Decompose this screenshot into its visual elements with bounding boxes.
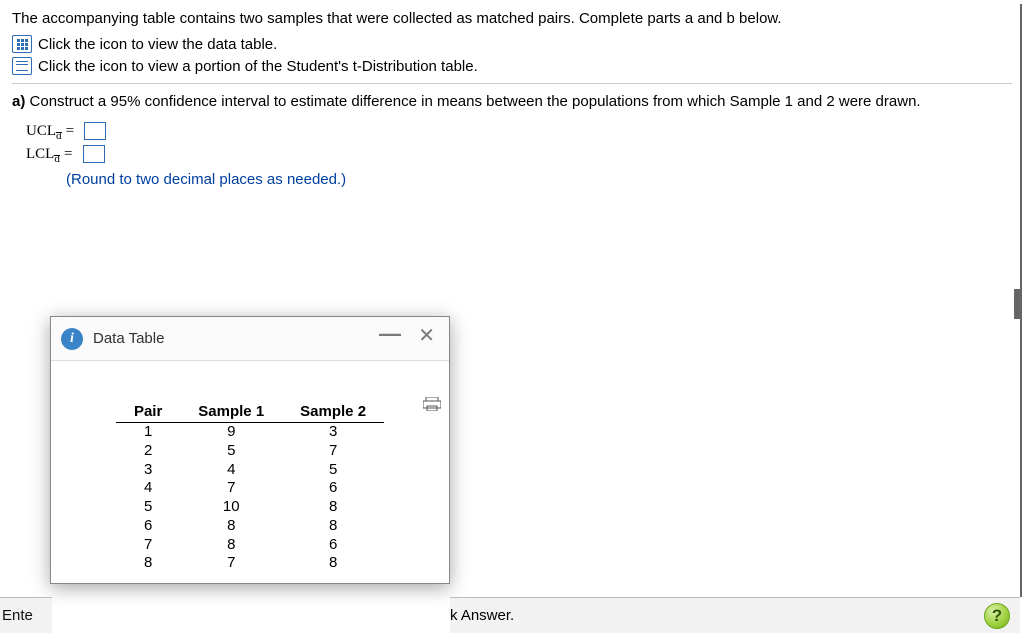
table-row: 878: [116, 554, 384, 573]
rounding-note: (Round to two decimal places as needed.): [66, 171, 1012, 188]
scrollbar-thumb[interactable]: [1014, 289, 1020, 319]
data-table-modal: i Data Table — ✕ Pair Sample 1 Sample 2 …: [50, 316, 450, 584]
table-row: 476: [116, 479, 384, 498]
table-row: 345: [116, 461, 384, 480]
bottom-bar-right: k Answer. ?: [450, 597, 1020, 633]
table-row: 257: [116, 442, 384, 461]
view-data-table-link[interactable]: Click the icon to view the data table.: [38, 36, 277, 53]
ucl-line: UCLd =: [26, 122, 1012, 142]
table-row: 688: [116, 517, 384, 536]
lcl-input[interactable]: [83, 145, 105, 163]
scrollbar-track[interactable]: [1020, 4, 1022, 597]
help-button[interactable]: ?: [984, 603, 1010, 629]
minimize-icon[interactable]: —: [379, 327, 401, 341]
bottom-bar-left: Ente: [0, 597, 52, 633]
answer-fragment: k Answer.: [450, 607, 514, 624]
table-row: 786: [116, 536, 384, 555]
lcl-label: LCL: [26, 146, 54, 162]
document-icon[interactable]: [12, 57, 32, 75]
close-icon[interactable]: ✕: [418, 327, 435, 345]
intro-text: The accompanying table contains two samp…: [12, 10, 1012, 27]
view-t-table-link[interactable]: Click the icon to view a portion of the …: [38, 58, 478, 75]
col-sample2: Sample 2: [282, 401, 384, 423]
table-row: 5108: [116, 498, 384, 517]
table-icon[interactable]: [12, 35, 32, 53]
data-table: Pair Sample 1 Sample 2 19325734547651086…: [116, 401, 384, 573]
ucl-label: UCL: [26, 123, 56, 139]
divider: [12, 83, 1012, 84]
part-a-label: a): [12, 93, 30, 110]
ucl-input[interactable]: [84, 122, 106, 140]
print-icon[interactable]: [423, 397, 441, 411]
col-pair: Pair: [116, 401, 180, 423]
info-icon: i: [61, 328, 83, 350]
col-sample1: Sample 1: [180, 401, 282, 423]
part-a-prompt: a) Construct a 95% confidence interval t…: [12, 92, 1012, 112]
modal-title: Data Table: [93, 330, 164, 347]
lcl-line: LCLd =: [26, 145, 1012, 165]
table-row: 193: [116, 423, 384, 442]
